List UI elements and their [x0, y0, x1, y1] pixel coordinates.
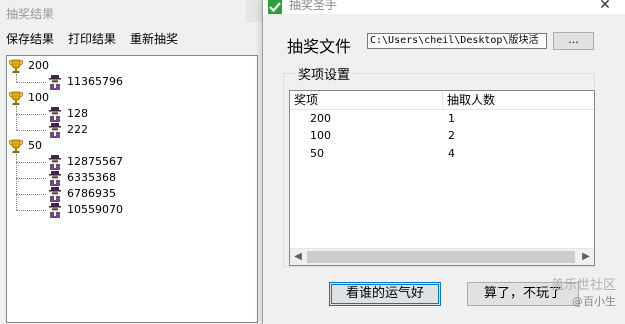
prize-row[interactable]: 50 4: [290, 146, 594, 162]
scroll-thumb[interactable]: [307, 251, 575, 263]
count-cell: 2: [448, 129, 455, 142]
trophy-icon: [8, 138, 24, 154]
person-icon: [47, 154, 63, 170]
tree-connector: [16, 210, 46, 211]
menu-save-results[interactable]: 保存结果: [6, 30, 54, 47]
trophy-icon: [8, 58, 24, 74]
file-label: 抽奖文件: [287, 37, 352, 56]
tree-connector: [16, 74, 17, 82]
scroll-left-arrow-icon[interactable]: ◀: [290, 249, 306, 265]
tree-prize-label: 50: [28, 139, 42, 152]
menu-redraw[interactable]: 重新抽奖: [130, 30, 178, 47]
prize-cell: 200: [310, 112, 331, 125]
tree-entry-label: 128: [67, 107, 88, 120]
scroll-right-arrow-icon[interactable]: ▶: [578, 249, 594, 265]
watermark: 盖乐世社区 @百小生: [538, 272, 624, 312]
person-icon: [47, 74, 63, 90]
green-check-icon: [268, 0, 282, 14]
close-icon[interactable]: ✕: [595, 0, 615, 14]
horizontal-scrollbar[interactable]: ◀ ▶: [290, 248, 594, 265]
prize-settings-title: 奖项设置: [295, 64, 354, 83]
prize-cell: 100: [310, 129, 331, 142]
browse-button[interactable]: ...: [553, 32, 594, 50]
tree-connector: [16, 106, 17, 130]
person-icon: [47, 170, 63, 186]
tree-entry-label: 6335368: [67, 171, 116, 184]
draw-button[interactable]: 看谁的运气好: [329, 282, 441, 306]
person-icon: [47, 106, 63, 122]
prize-row[interactable]: 200 1: [290, 111, 594, 127]
tree-connector: [16, 130, 46, 131]
prize-cell: 50: [310, 147, 324, 160]
count-cell: 4: [448, 147, 455, 160]
tree-prize-node[interactable]: 200: [7, 58, 127, 74]
results-window-title: 抽奖结果: [6, 7, 55, 21]
count-cell: 1: [448, 112, 455, 125]
tree-connector: [16, 178, 46, 179]
results-menubar: 保存结果 打印结果 重新抽奖: [0, 27, 268, 47]
tree-entry-label: 10559070: [67, 203, 123, 216]
tree-connector: [16, 194, 46, 195]
column-header-prize[interactable]: 奖项: [290, 91, 443, 109]
tree-entry-label: 12875567: [67, 155, 123, 168]
tree-connector: [16, 162, 46, 163]
watermark-community: 盖乐世社区: [550, 278, 616, 293]
watermark-author: @百小生: [572, 295, 616, 308]
person-icon: [47, 186, 63, 202]
column-header-count[interactable]: 抽取人数: [443, 91, 594, 109]
tree-connector: [16, 114, 46, 115]
menu-print-results[interactable]: 打印结果: [68, 30, 116, 47]
dialog-titlebar: 抽奖圣手 ✕: [263, 0, 625, 14]
tree-prize-node[interactable]: 50: [7, 138, 127, 154]
prize-listview[interactable]: 奖项 抽取人数 200 1 100 2 50 4 ◀ ▶: [289, 90, 595, 266]
person-icon: [47, 202, 63, 218]
tree-entry-label: 6786935: [67, 187, 116, 200]
dialog-title: 抽奖圣手: [289, 0, 338, 12]
listview-header: 奖项 抽取人数: [290, 91, 594, 110]
person-icon: [47, 122, 63, 138]
tree-prize-label: 200: [28, 59, 49, 72]
prize-row[interactable]: 100 2: [290, 128, 594, 144]
tree-entry-label: 11365796: [67, 75, 123, 88]
trophy-icon: [8, 90, 24, 106]
results-window: 抽奖结果 保存结果 打印结果 重新抽奖 200 11365796 100 128 222…: [0, 0, 269, 324]
results-tree[interactable]: 200 11365796 100 128 222 50 12875567 6335368 678…: [6, 55, 258, 323]
tree-connector: [16, 82, 46, 83]
file-path-field[interactable]: C:\Users\cheil\Desktop\版块活: [367, 33, 547, 49]
tree-prize-label: 100: [28, 91, 49, 104]
tree-entry-label: 222: [67, 123, 88, 136]
tree-connector: [16, 154, 17, 210]
tree-prize-node[interactable]: 100: [7, 90, 127, 106]
